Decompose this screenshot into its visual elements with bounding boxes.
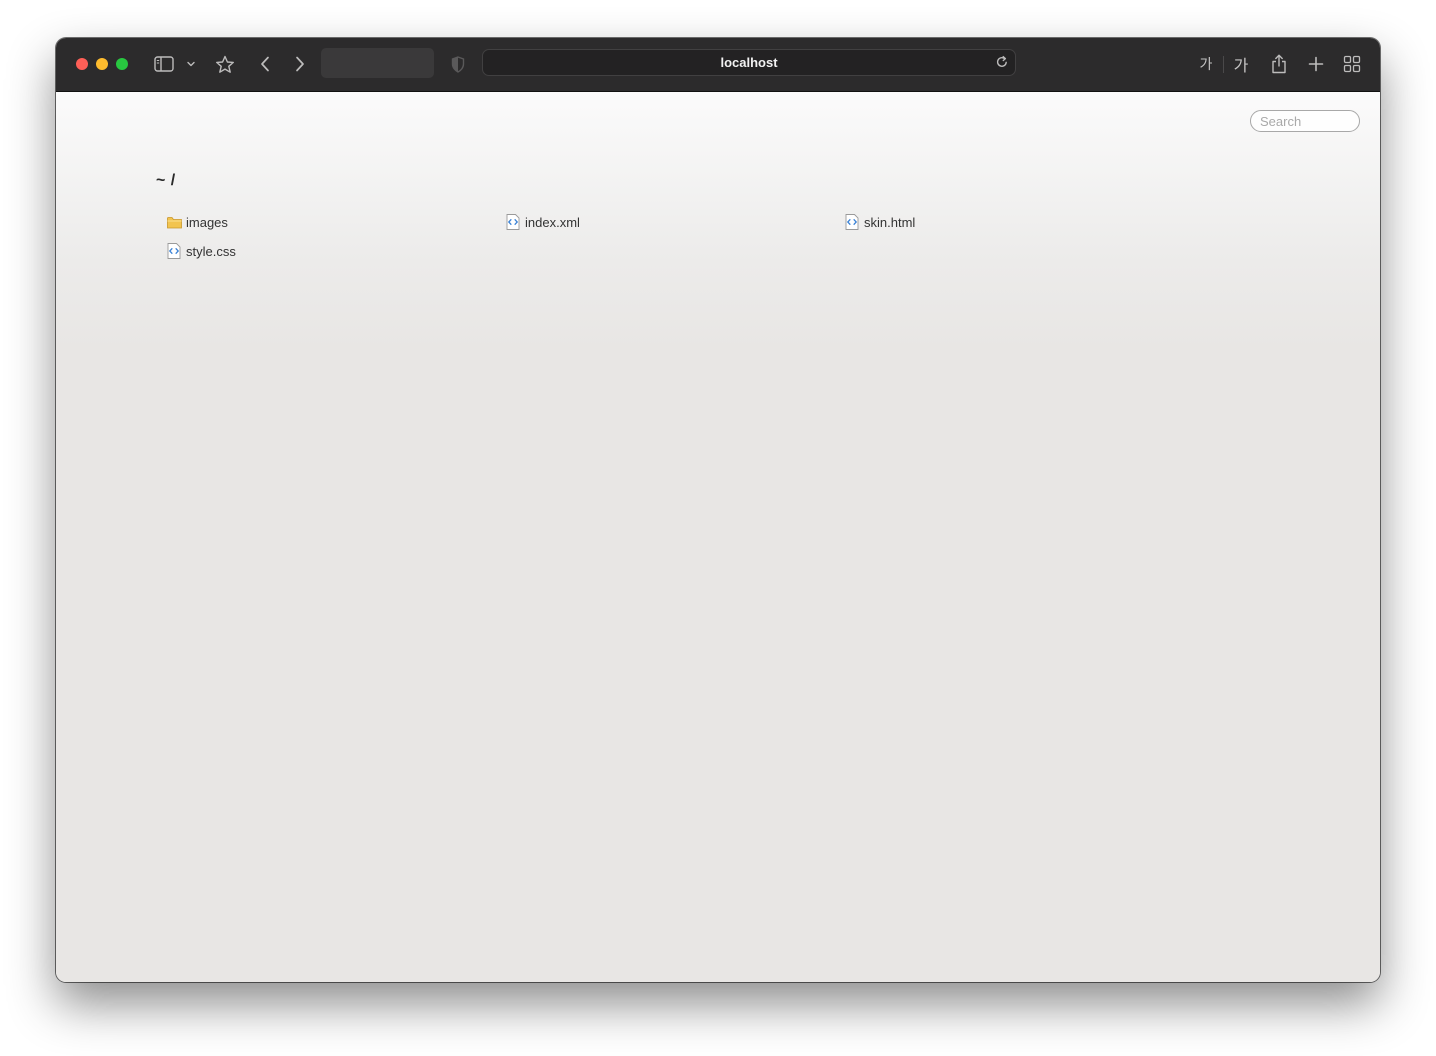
page-title: ~ /	[156, 172, 176, 189]
zoom-window-button[interactable]	[116, 58, 128, 70]
sidebar-toggle-icon[interactable]	[152, 52, 176, 76]
chevron-down-icon[interactable]	[185, 52, 197, 76]
search-input[interactable]	[1250, 110, 1360, 132]
reload-icon[interactable]	[995, 55, 1009, 74]
address-bar[interactable]: localhost	[482, 49, 1016, 76]
tab-placeholder[interactable]	[321, 48, 434, 78]
url-text: localhost	[720, 55, 778, 70]
folder-icon	[166, 214, 182, 230]
decrease-text-size-button[interactable]: 가	[1198, 52, 1214, 76]
file-name: images	[186, 214, 228, 230]
bookmark-star-icon[interactable]	[213, 52, 237, 76]
code-file-icon	[844, 214, 860, 230]
increase-text-size-button[interactable]: 가	[1231, 52, 1251, 76]
minimize-window-button[interactable]	[96, 58, 108, 70]
browser-toolbar: localhost 가 가	[56, 38, 1380, 92]
close-window-button[interactable]	[76, 58, 88, 70]
browser-window: localhost 가 가 ~ / images	[56, 38, 1380, 982]
file-name: skin.html	[864, 214, 916, 230]
file-name: style.css	[186, 243, 236, 259]
list-item-index-xml[interactable]: index.xml	[505, 213, 580, 231]
forward-arrow-icon[interactable]	[290, 52, 310, 76]
toolbar-divider	[1223, 56, 1224, 73]
new-tab-plus-icon[interactable]	[1306, 52, 1326, 76]
code-file-icon	[505, 214, 521, 230]
back-arrow-icon[interactable]	[255, 52, 275, 76]
tab-overview-grid-icon[interactable]	[1342, 52, 1362, 76]
list-item-style-css[interactable]: style.css	[166, 242, 236, 260]
privacy-shield-icon[interactable]	[450, 52, 466, 76]
list-item-skin-html[interactable]: skin.html	[844, 213, 915, 231]
code-file-icon	[166, 243, 182, 259]
list-item-images[interactable]: images	[166, 213, 228, 231]
share-icon[interactable]	[1269, 52, 1289, 76]
file-name: index.xml	[525, 214, 580, 230]
page-content: ~ / images index.xml skin.html style.css	[56, 92, 1380, 982]
